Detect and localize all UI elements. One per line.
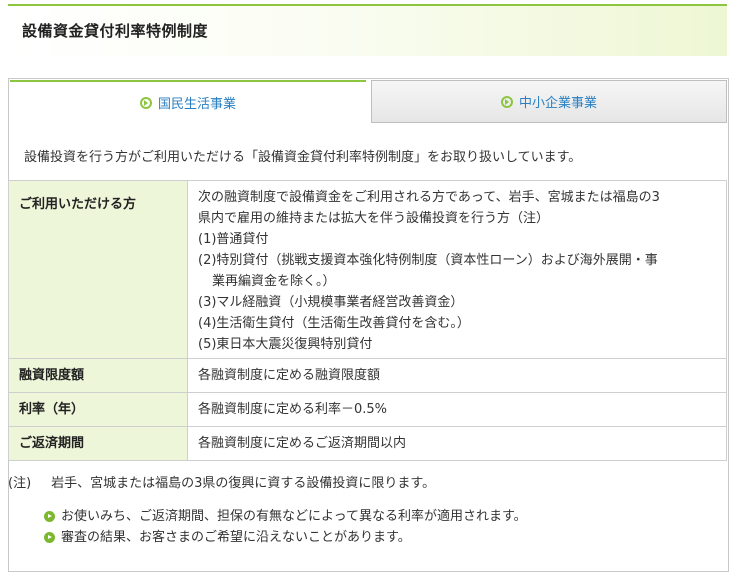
- tab-chusho-kigyo[interactable]: 中小企業事業: [371, 80, 727, 123]
- intro-text: 設備投資を行う方がご利用いただける「設備資金貸付利率特例制度」をお取り扱いしてい…: [24, 150, 582, 165]
- eligible-line: (3)マル経融資（小規模事業者経営改善資金）: [198, 295, 464, 310]
- limit-label: 融資限度額: [8, 358, 188, 393]
- table-row: ご返済期間 各融資制度に定めるご返済期間以内: [8, 426, 727, 461]
- green-arrow-bullet-icon: [44, 511, 55, 522]
- period-label: ご返済期間: [8, 426, 188, 461]
- eligible-line: (4)生活衛生貸付（生活衛生改善貸付を含む。）: [198, 316, 470, 331]
- table-row: 融資限度額 各融資制度に定める融資限度額: [8, 358, 727, 393]
- rate-value: 各融資制度に定める利率－0.5%: [187, 392, 727, 427]
- list-item: お使いみち、ご返済期間、担保の有無などによって異なる利率が適用されます。: [44, 508, 527, 529]
- green-arrow-bullet-icon: [44, 532, 55, 543]
- footnote-text: 岩手、宮城または福島の3県の復興に資する設備投資に限ります。: [51, 476, 436, 491]
- info-table: ご利用いただける方 次の融資制度で設備資金をご利用される方であって、岩手、宮城ま…: [8, 180, 727, 461]
- limit-value: 各融資制度に定める融資限度額: [187, 358, 727, 393]
- eligible-line: 県内で雇用の維持または拡大を伴う設備投資を行う方（注）: [198, 211, 550, 226]
- eligible-line: 次の融資制度で設備資金をご利用される方であって、岩手、宮城または福島の3: [198, 190, 660, 205]
- table-row: ご利用いただける方 次の融資制度で設備資金をご利用される方であって、岩手、宮城ま…: [8, 180, 727, 359]
- circle-arrow-icon: [500, 95, 513, 108]
- rate-label: 利率（年）: [8, 392, 188, 427]
- tab-kokumin-seikatsu[interactable]: 国民生活事業: [10, 80, 366, 123]
- bullet-text: 審査の結果、お客さまのご希望に沿えないことがあります。: [61, 530, 411, 545]
- eligible-line: (5)東日本大震災復興特別貸付: [198, 337, 373, 352]
- list-item: 審査の結果、お客さまのご希望に沿えないことがあります。: [44, 529, 527, 550]
- eligible-line: 業再編資金を除く。）: [212, 274, 336, 289]
- footnote-mark: (注): [8, 476, 32, 491]
- page-header: 設備資金貸付利率特例制度: [8, 4, 727, 56]
- page-title: 設備資金貸付利率特例制度: [22, 22, 209, 40]
- bullet-text: お使いみち、ご返済期間、担保の有無などによって異なる利率が適用されます。: [61, 509, 527, 524]
- eligible-value: 次の融資制度で設備資金をご利用される方であって、岩手、宮城または福島の3 県内で…: [187, 180, 727, 359]
- bullet-list: お使いみち、ご返済期間、担保の有無などによって異なる利率が適用されます。 審査の…: [44, 508, 527, 550]
- period-value: 各融資制度に定めるご返済期間以内: [187, 426, 727, 461]
- circle-arrow-icon: [139, 96, 152, 109]
- eligible-label: ご利用いただける方: [8, 180, 188, 359]
- footnote: (注) 岩手、宮城または福島の3県の復興に資する設備投資に限ります。: [8, 472, 435, 491]
- tab-label: 中小企業事業: [518, 96, 597, 111]
- eligible-line: (2)特別貸付（挑戦支援資本強化特例制度（資本性ローン）および海外展開・事: [198, 253, 658, 268]
- tab-label: 国民生活事業: [157, 97, 236, 112]
- eligible-line: (1)普通貸付: [198, 232, 269, 247]
- table-row: 利率（年） 各融資制度に定める利率－0.5%: [8, 392, 727, 427]
